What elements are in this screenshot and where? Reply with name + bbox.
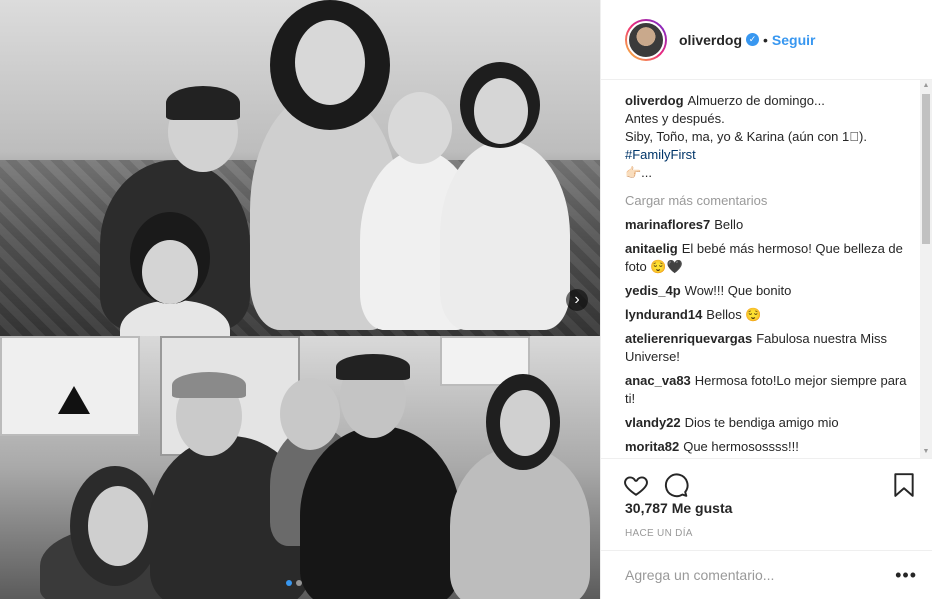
comment-text: Wow!!! Que bonito bbox=[684, 283, 792, 298]
more-options-icon[interactable]: ••• bbox=[895, 565, 917, 586]
comment-text: Dios te bendiga amigo mio bbox=[684, 415, 839, 430]
caption-line: Antes y después. bbox=[625, 111, 725, 126]
comment-item: marinaflores7 Bello bbox=[625, 216, 917, 234]
add-comment-bar: ••• bbox=[601, 550, 932, 599]
comment-username[interactable]: anitaelig bbox=[625, 241, 678, 256]
post-sidebar: oliverdog ✓ • Seguir oliverdog Almuerzo d… bbox=[600, 0, 932, 599]
comments-scrollbar[interactable]: ▲ ▼ bbox=[920, 80, 932, 458]
comments-list[interactable]: oliverdog Almuerzo de domingo... Antes y … bbox=[601, 80, 932, 458]
caption-line: Siby, Toño, ma, yo & Karina (aún con 1⃣)… bbox=[625, 129, 867, 144]
load-more-comments-button[interactable]: Cargar más comentarios bbox=[625, 192, 917, 210]
comment-username[interactable]: yedis_4p bbox=[625, 283, 681, 298]
post-photo[interactable]: › bbox=[0, 0, 600, 599]
follow-button[interactable]: Seguir bbox=[772, 32, 816, 48]
bookmark-icon bbox=[894, 472, 914, 497]
caption-line: 👉🏻... bbox=[625, 165, 653, 180]
carousel-dot-active bbox=[286, 580, 292, 586]
comment-text: Que hermosossss!!! bbox=[683, 439, 799, 454]
scrollbar-thumb[interactable] bbox=[922, 94, 930, 244]
carousel-next-button[interactable]: › bbox=[566, 289, 588, 311]
comment-item: yedis_4p Wow!!! Que bonito bbox=[625, 282, 917, 300]
avatar-image bbox=[627, 20, 665, 59]
photo-present-family bbox=[0, 336, 600, 599]
comment-item: anac_va83 Hermosa foto!Lo mejor siempre p… bbox=[625, 372, 917, 408]
caption-line: Almuerzo de domingo... bbox=[687, 93, 825, 108]
caption-username[interactable]: oliverdog bbox=[625, 93, 684, 108]
like-button[interactable] bbox=[623, 472, 649, 498]
header-username[interactable]: oliverdog bbox=[679, 32, 742, 48]
comment-input[interactable] bbox=[625, 567, 896, 583]
carousel-indicator bbox=[286, 580, 302, 586]
scroll-up-icon[interactable]: ▲ bbox=[920, 80, 932, 92]
avatar[interactable] bbox=[625, 18, 667, 61]
header-separator: • bbox=[763, 31, 768, 48]
comment-username[interactable]: lyndurand14 bbox=[625, 307, 702, 322]
comment-username[interactable]: marinaflores7 bbox=[625, 217, 710, 232]
heart-icon bbox=[624, 475, 648, 496]
comment-username[interactable]: atelierenriquevargas bbox=[625, 331, 752, 346]
caption-hashtag[interactable]: #FamilyFirst bbox=[625, 146, 917, 164]
comment-item: anitaelig El bebé más hermoso! Que bellez… bbox=[625, 240, 917, 276]
comment-item: lyndurand14 Bellos 😌 bbox=[625, 306, 917, 324]
comment-username[interactable]: anac_va83 bbox=[625, 373, 691, 388]
post-header: oliverdog ✓ • Seguir bbox=[601, 0, 932, 80]
comment-button[interactable] bbox=[663, 472, 689, 498]
post-timestamp[interactable]: HACE UN DÍA bbox=[625, 528, 693, 539]
carousel-dot bbox=[296, 580, 302, 586]
comment-item: atelierenriquevargas Fabulosa nuestra Mis… bbox=[625, 330, 917, 366]
post-actions bbox=[601, 458, 932, 502]
save-button[interactable] bbox=[891, 472, 917, 498]
verified-badge-icon: ✓ bbox=[746, 33, 760, 46]
chevron-right-icon: › bbox=[574, 291, 580, 308]
comment-icon bbox=[664, 472, 689, 497]
comment-username[interactable]: vlandy22 bbox=[625, 415, 681, 430]
comment-text: Bellos 😌 bbox=[706, 307, 762, 322]
comment-item: vlandy22 Dios te bendiga amigo mio bbox=[625, 414, 917, 432]
comment-text: Bello bbox=[714, 217, 744, 232]
post-caption: oliverdog Almuerzo de domingo... Antes y … bbox=[625, 92, 917, 182]
comment-username[interactable]: morita82 bbox=[625, 439, 679, 454]
scroll-down-icon[interactable]: ▼ bbox=[920, 446, 932, 458]
comment-item: morita82 Que hermosossss!!! bbox=[625, 438, 917, 456]
photo-vintage-family bbox=[0, 0, 600, 360]
likes-count[interactable]: 30,787 Me gusta bbox=[625, 500, 732, 516]
